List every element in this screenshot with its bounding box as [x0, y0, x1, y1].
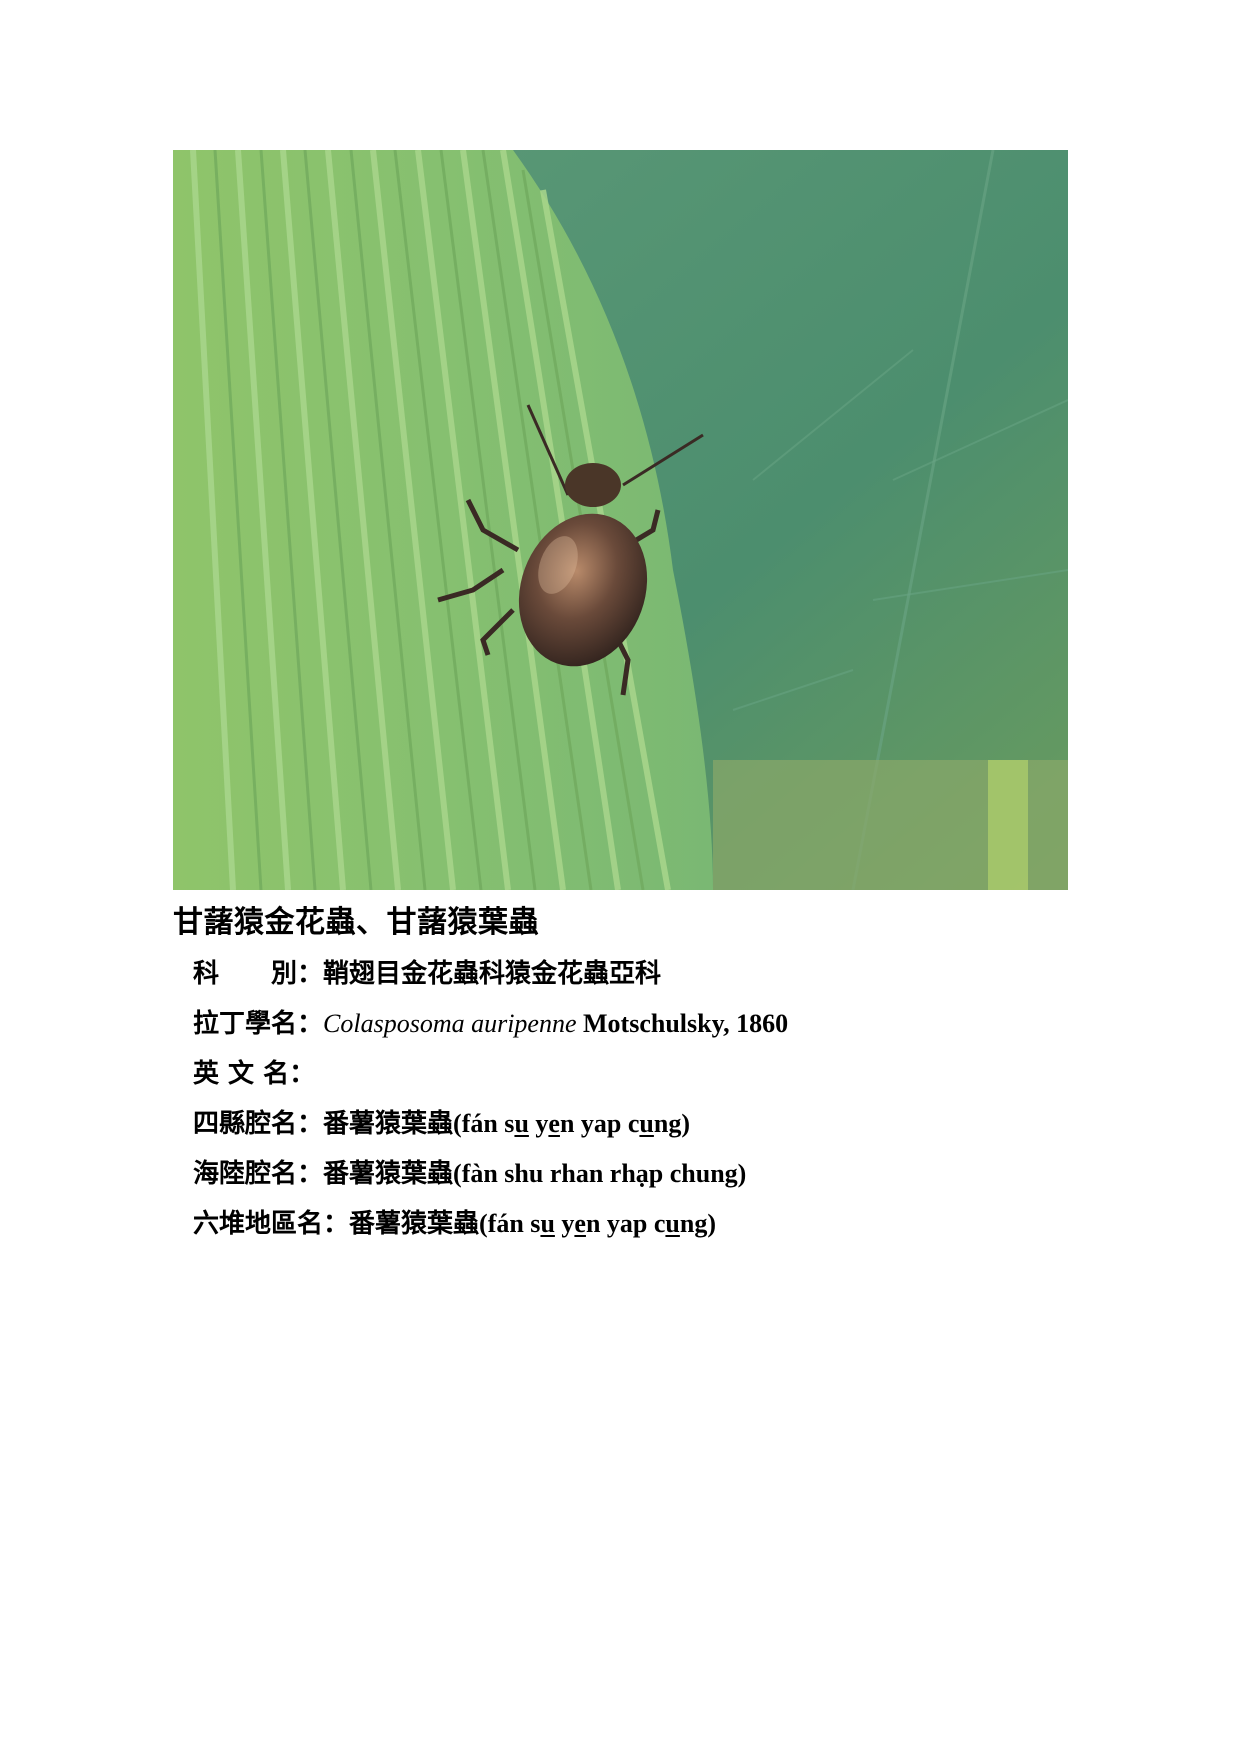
latin-name-label: 拉丁學名： — [193, 1009, 324, 1039]
latin-author: Motschulsky, 1860 — [576, 1009, 789, 1038]
sixian-name: 番薯猿葉蟲 — [323, 1109, 454, 1139]
family-row: 科 別：鞘翅目金花蟲科猿金花蟲亞科 — [193, 953, 661, 990]
family-value: 鞘翅目金花蟲科猿金花蟲亞科 — [323, 959, 662, 989]
english-name-row: 英 文 名： — [193, 1053, 315, 1090]
hailu-label: 海陸腔名： — [193, 1159, 324, 1189]
page-title: 甘藷猿金花蟲、甘藷猿葉蟲 — [173, 905, 539, 940]
hailu-romanization: (fàn shu rhan rhạp chung) — [453, 1159, 747, 1188]
liudui-name: 番薯猿葉蟲 — [349, 1209, 480, 1239]
english-name-label: 英 文 名： — [193, 1059, 316, 1089]
beetle-photo — [173, 150, 1068, 890]
family-label: 科 別： — [193, 959, 324, 989]
liudui-romanization: (fán su yen yap cung) — [479, 1209, 717, 1238]
sixian-romanization: (fán su yen yap cung) — [453, 1109, 691, 1138]
latin-name-row: 拉丁學名：Colasposoma auripenne Motschulsky, … — [193, 1003, 788, 1040]
liudui-label: 六堆地區名： — [193, 1209, 350, 1239]
sixian-name-row: 四縣腔名：番薯猿葉蟲(fán su yen yap cung) — [193, 1103, 690, 1140]
liudui-name-row: 六堆地區名：番薯猿葉蟲(fán su yen yap cung) — [193, 1203, 716, 1240]
hailu-name-row: 海陸腔名：番薯猿葉蟲(fàn shu rhan rhạp chung) — [193, 1153, 746, 1190]
hailu-name: 番薯猿葉蟲 — [323, 1159, 454, 1189]
sixian-label: 四縣腔名： — [193, 1109, 324, 1139]
latin-genus-species: Colasposoma auripenne — [323, 1009, 577, 1038]
